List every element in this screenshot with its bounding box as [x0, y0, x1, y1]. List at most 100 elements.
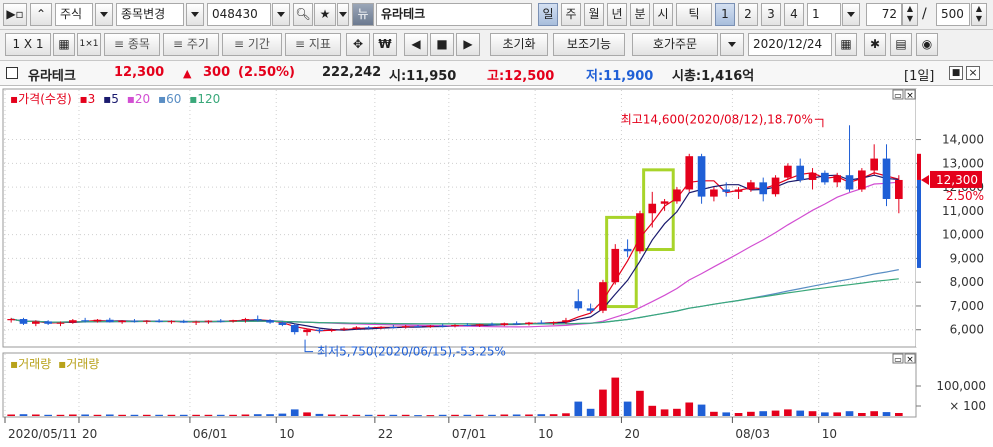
period-tab-minute[interactable]: 분: [630, 3, 650, 26]
volume-bar: [241, 414, 250, 416]
global-button[interactable]: ◉: [916, 33, 938, 56]
volume-bar: [130, 414, 139, 416]
won-button[interactable]: ₩: [373, 33, 397, 56]
period-tab-hour[interactable]: 시: [653, 3, 673, 26]
volume-bar: [438, 414, 447, 416]
volume-bar: [204, 414, 213, 416]
chevron-down-icon: [100, 12, 108, 17]
candle-body: [290, 324, 299, 333]
volume-bar: [352, 414, 361, 416]
period-button[interactable]: ≡ 기간: [222, 33, 282, 56]
market-dropdown-button[interactable]: [95, 3, 113, 26]
info-stock-name: 유라테크: [28, 69, 76, 84]
count-input[interactable]: 72: [866, 3, 902, 26]
legend-ma-3-marker: ▪: [80, 92, 88, 106]
candle-body: [660, 201, 669, 204]
market-select[interactable]: 주식: [55, 3, 93, 26]
volume-bar: [895, 413, 903, 416]
favorite-button[interactable]: ★: [314, 3, 336, 26]
volume-bar: [488, 414, 496, 416]
menu-icon: ≡: [114, 37, 128, 51]
stop-button[interactable]: ■: [430, 33, 454, 56]
tick-number-4[interactable]: 4: [784, 3, 804, 26]
volume-bar: [574, 401, 583, 416]
candle-body: [562, 320, 570, 323]
tick-number-2[interactable]: 2: [738, 3, 758, 26]
date-input[interactable]: 2020/12/24: [748, 33, 832, 56]
move-button[interactable]: ✥: [346, 33, 370, 56]
item-button[interactable]: ≡ 종목: [104, 33, 160, 56]
interval-input[interactable]: 1: [807, 3, 841, 26]
aux-function-button[interactable]: 보조기능: [553, 33, 625, 56]
volume-bar: [833, 412, 842, 416]
volume-bar: [623, 401, 632, 416]
favorite-dropdown-button[interactable]: [337, 3, 349, 26]
total-input[interactable]: 500: [936, 3, 970, 26]
aux-button-label: 보조기능: [566, 37, 612, 51]
volume-bar: [167, 414, 176, 416]
tick-number-1[interactable]: 1: [715, 3, 735, 26]
period-tab-day[interactable]: 일: [538, 3, 558, 26]
spreadsheet-button[interactable]: ▤: [890, 33, 912, 56]
volume-bar: [747, 411, 755, 416]
count-value: 72: [881, 7, 897, 21]
panel-toggle-button[interactable]: ▶▫: [3, 3, 27, 26]
scroll-up-button[interactable]: ⌃: [30, 3, 52, 26]
indicator-button[interactable]: ≡ 지표: [285, 33, 341, 56]
info-volume: 222,242: [322, 65, 382, 80]
interval-dropdown-button[interactable]: [842, 3, 860, 26]
info-checkbox[interactable]: [6, 67, 18, 79]
close-icon: ×: [968, 66, 978, 79]
count-stepper[interactable]: ▲ ▼: [902, 3, 918, 26]
order-dropdown-button[interactable]: [720, 33, 744, 56]
high-annotation: 최고14,600(2020/08/12),18.70%: [621, 112, 813, 126]
grid-layout-button[interactable]: ▦: [53, 33, 75, 56]
current-pct-label: 2.50%: [946, 189, 984, 203]
order-button[interactable]: 호가주문: [632, 33, 718, 56]
tick-number-3[interactable]: 3: [761, 3, 781, 26]
period-badge: [1일]: [904, 69, 935, 84]
next-button[interactable]: ▶: [456, 33, 480, 56]
layout-1x1-small-button[interactable]: 1×1: [77, 33, 101, 56]
total-stepper[interactable]: ▲ ▼: [971, 3, 987, 26]
candle-body: [204, 320, 213, 322]
close-button[interactable]: ×: [966, 66, 980, 80]
period-tab-year[interactable]: 년: [607, 3, 627, 26]
news-button[interactable]: 뉴: [352, 3, 374, 26]
x-tick-label: 08/03: [735, 427, 770, 441]
volume-bar: [636, 390, 644, 416]
change-item-dropdown-button[interactable]: [186, 3, 204, 26]
layout-1x1-button[interactable]: 1 X 1: [5, 33, 51, 56]
stock-code-dropdown-button[interactable]: [272, 3, 290, 26]
volume-bar: [710, 411, 718, 416]
high-value: 12,500: [504, 69, 555, 84]
volume-legend-1: 거래량: [18, 357, 51, 371]
volume-bar: [611, 377, 620, 416]
x-tick-label: 20: [82, 427, 97, 441]
period-tab-month[interactable]: 월: [584, 3, 604, 26]
volume-legend-marker: ▪: [10, 357, 18, 371]
volume-bar: [549, 414, 558, 416]
search-button[interactable]: 🔍︎: [293, 3, 313, 26]
legend-ma-60: 60: [166, 92, 181, 106]
period-tab-label: 일: [542, 7, 554, 21]
calendar-button[interactable]: ▦: [835, 33, 857, 56]
cycle-button[interactable]: ≡ 주기: [163, 33, 219, 56]
x-tick-label: 10: [822, 427, 837, 441]
period-tab-tick[interactable]: 틱: [676, 3, 712, 26]
stock-code-input[interactable]: 048430: [207, 3, 271, 26]
settings-button[interactable]: ✱: [864, 33, 886, 56]
prev-button[interactable]: ◀: [404, 33, 428, 56]
init-button[interactable]: 초기화: [490, 33, 548, 56]
period-tab-week[interactable]: 주: [561, 3, 581, 26]
price-chart[interactable]: ▭ × ▭ × 6,000 7,000 8,000 9,000 10,000 11,000…: [0, 86, 993, 447]
volume-bar: [882, 412, 891, 416]
maximize-button[interactable]: ■: [949, 66, 963, 80]
candle-body: [167, 321, 176, 323]
volume-bar: [364, 414, 373, 416]
candle-body: [179, 321, 188, 323]
candle-body: [784, 165, 792, 178]
volume-bar: [389, 414, 398, 416]
layout-label: 1 X 1: [12, 37, 44, 51]
change-item-select[interactable]: 종목변경: [116, 3, 184, 26]
